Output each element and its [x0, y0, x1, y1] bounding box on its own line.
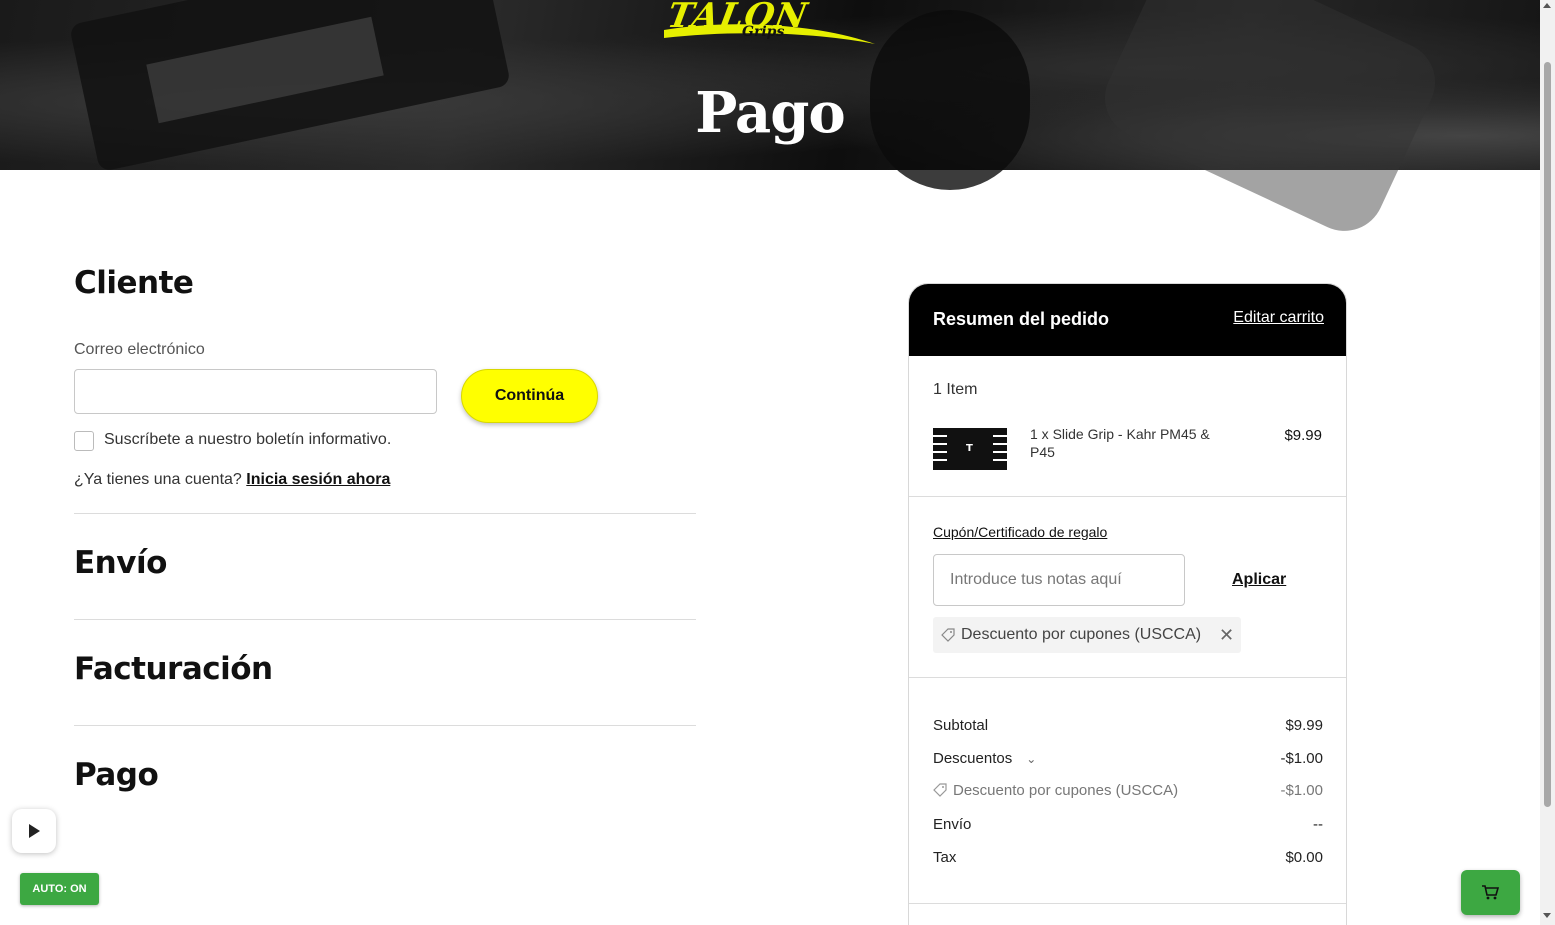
hero-banner: TALON Grips Pago	[0, 0, 1540, 245]
logo-subtitle: Grips	[742, 24, 785, 40]
email-label: Correo electrónico	[74, 341, 205, 358]
shipping-section-title[interactable]: Envío	[74, 545, 167, 581]
discounts-value: -$1.00	[1280, 750, 1323, 767]
edit-cart-link[interactable]: Editar carrito	[1233, 309, 1324, 327]
remove-coupon-icon[interactable]: ✕	[1219, 625, 1234, 646]
email-field[interactable]	[74, 369, 437, 414]
coupon-code-input[interactable]	[933, 554, 1185, 606]
product-name: 1 x Slide Grip - Kahr PM45 & P45	[1030, 426, 1210, 460]
tax-label: Tax	[933, 849, 957, 866]
svg-text:T: T	[966, 443, 973, 454]
product-thumbnail[interactable]: T	[933, 424, 1007, 474]
talon-grips-logo[interactable]: TALON Grips	[660, 0, 880, 48]
checkout-page: TALON Grips Pago Cliente Correo electrón…	[0, 0, 1555, 925]
newsletter-label: Suscríbete a nuestro boletín informativo…	[104, 431, 392, 448]
applied-coupon-chip: Descuento por cupones (USCCA) ✕	[933, 617, 1241, 653]
billing-section-title[interactable]: Facturación	[74, 651, 273, 687]
coupon-discount-label-wrap: Descuento por cupones (USCCA)	[933, 782, 1178, 799]
section-divider	[74, 619, 696, 620]
vertical-scrollbar[interactable]	[1540, 0, 1555, 925]
section-divider	[74, 513, 696, 514]
tag-icon	[941, 628, 955, 642]
login-link[interactable]: Inicia sesión ahora	[246, 471, 390, 488]
shipping-value: --	[1313, 816, 1323, 833]
chevron-down-icon[interactable]: ⌄	[1026, 752, 1036, 766]
shipping-label: Envío	[933, 816, 972, 833]
coupon-toggle-link[interactable]: Cupón/Certificado de regalo	[933, 524, 1107, 540]
newsletter-checkbox[interactable]	[74, 431, 94, 451]
scrollbar-thumb[interactable]	[1544, 62, 1551, 807]
card-divider	[909, 496, 1346, 497]
login-prompt-text: ¿Ya tienes una cuenta?	[74, 471, 242, 488]
page-title: Pago	[695, 80, 845, 146]
apply-coupon-button[interactable]: Aplicar	[1232, 571, 1286, 589]
discounts-label: Descuentos	[933, 750, 1013, 767]
cart-button[interactable]	[1461, 870, 1520, 915]
tax-value: $0.00	[1285, 849, 1323, 866]
payment-section-title[interactable]: Pago	[74, 757, 159, 793]
logo-wordmark: TALON	[664, 0, 811, 36]
continue-button[interactable]: Continúa	[461, 369, 598, 423]
card-divider	[909, 903, 1346, 904]
coupon-discount-label: Descuento por cupones (USCCA)	[953, 782, 1179, 799]
item-count: 1 Item	[933, 381, 978, 398]
coupon-discount-value: -$1.00	[1280, 782, 1323, 799]
section-divider	[74, 725, 696, 726]
subtotal-label: Subtotal	[933, 717, 989, 734]
scroll-down-icon[interactable]	[1543, 913, 1551, 918]
play-icon	[29, 824, 40, 838]
card-divider	[909, 677, 1346, 678]
login-prompt: ¿Ya tienes una cuenta? Inicia sesión aho…	[74, 471, 390, 489]
order-summary-card: Resumen del pedido Editar carrito 1 Item…	[908, 283, 1347, 925]
tag-icon	[933, 783, 947, 797]
discounts-toggle[interactable]: Descuentos ⌄	[933, 750, 1036, 767]
play-button[interactable]	[12, 809, 56, 853]
order-summary-title: Resumen del pedido	[933, 309, 1110, 329]
applied-coupon-label: Descuento por cupones (USCCA)	[961, 626, 1202, 643]
order-summary-header: Resumen del pedido Editar carrito	[909, 284, 1346, 356]
product-price: $9.99	[1284, 427, 1322, 444]
subtotal-value: $9.99	[1285, 717, 1323, 734]
cart-icon	[1482, 885, 1499, 900]
scroll-up-icon[interactable]	[1543, 3, 1551, 8]
auto-mode-badge[interactable]: AUTO: ON	[20, 873, 99, 905]
customer-section-title: Cliente	[74, 265, 194, 301]
